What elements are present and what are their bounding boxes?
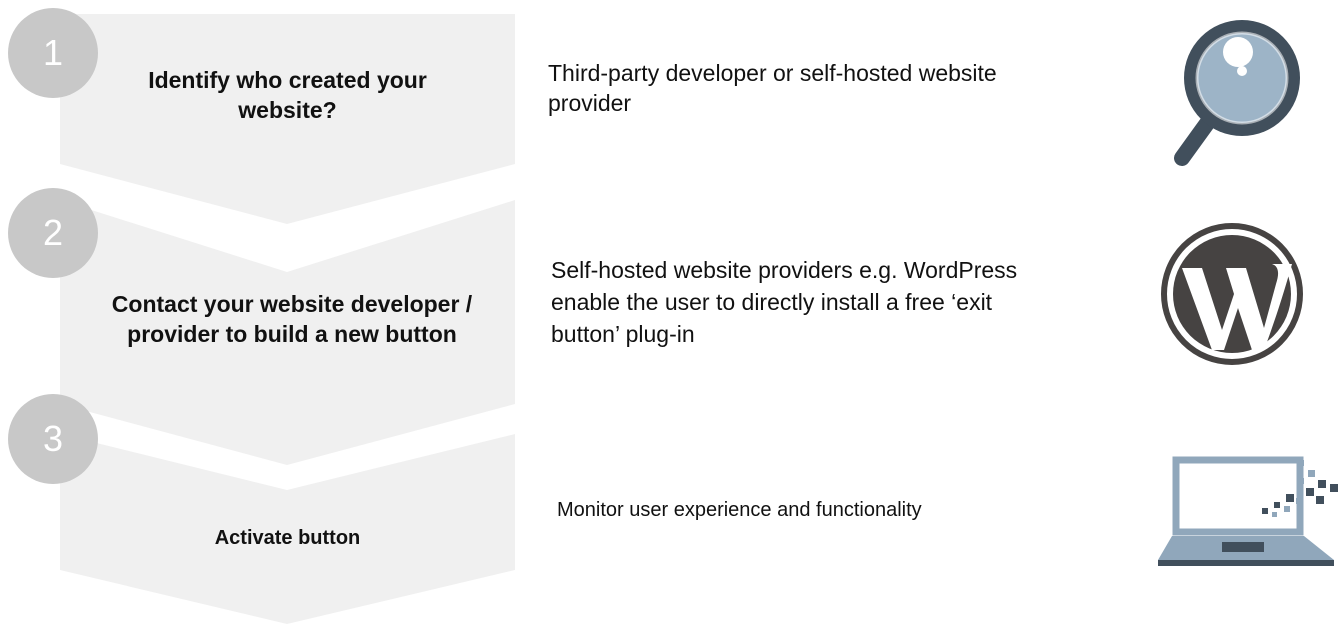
step-1-title: Identify who created your website?: [148, 67, 427, 123]
step-2-number: 2: [8, 188, 98, 278]
step-1-description: Third-party developer or self-hosted web…: [548, 60, 997, 116]
magnifier-icon: [1174, 20, 1300, 166]
step-1-number: 1: [8, 8, 98, 98]
step-2-title: Contact your website developer / provide…: [111, 291, 473, 347]
step-2-description: Self-hosted website providers e.g. WordP…: [551, 257, 1018, 347]
process-diagram: 1 2 3 Identify who created your website?…: [0, 0, 1340, 624]
step-3-description: Monitor user experience and functionalit…: [557, 499, 922, 521]
laptop-icon: [1158, 456, 1338, 566]
wordpress-icon: [1161, 223, 1303, 365]
step-3-title: Activate button: [214, 527, 361, 549]
step-3-number: 3: [8, 394, 98, 484]
